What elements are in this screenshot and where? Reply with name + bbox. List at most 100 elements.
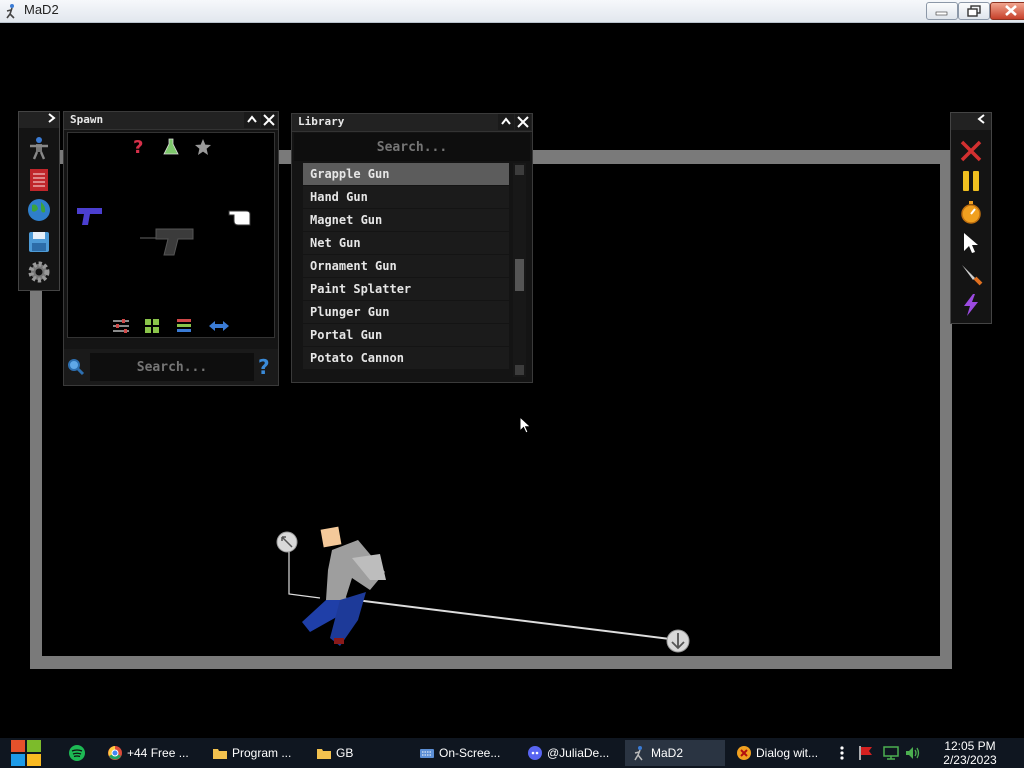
discord-icon (528, 745, 542, 760)
library-item[interactable]: Hand Gun (303, 186, 509, 208)
collapse-library-button[interactable] (498, 114, 514, 130)
minimize-button[interactable] (926, 2, 958, 20)
library-panel-header[interactable]: Library (292, 114, 532, 132)
taskbar-item-label: GB (336, 746, 354, 760)
grapple-anchor-bottom-icon[interactable] (666, 629, 690, 653)
network-icon[interactable] (882, 745, 900, 761)
chevron-up-icon (501, 117, 511, 125)
minimize-icon (935, 11, 948, 16)
window-title: MaD2 (24, 2, 59, 17)
swap-arrows-icon[interactable] (208, 319, 230, 333)
scroll-up-button[interactable] (515, 165, 524, 175)
star-icon[interactable] (194, 138, 212, 156)
taskbar-item-label: On-Scree... (439, 746, 501, 760)
spawn-panel-header[interactable]: Spawn (64, 112, 278, 130)
taskbar-item[interactable]: GB (310, 740, 410, 766)
spotify-icon[interactable] (68, 744, 86, 762)
library-item[interactable]: Ornament Gun (303, 255, 509, 277)
taskbar-item[interactable]: @JuliaDe... (521, 740, 621, 766)
close-icon (1005, 5, 1017, 16)
settings-gear-icon[interactable] (27, 260, 51, 284)
right-toolbar (950, 112, 992, 324)
taskbar-item-label: +44 Free ... (127, 746, 189, 760)
globe-icon[interactable] (27, 198, 51, 222)
volume-icon[interactable] (904, 745, 922, 761)
chevron-right-icon (48, 113, 56, 123)
overflow-dots-icon[interactable] (836, 745, 848, 761)
taskbar-item[interactable]: Program ... (206, 740, 306, 766)
pistol-icon[interactable] (138, 223, 198, 257)
library-scrollbar[interactable] (513, 163, 526, 377)
clock-time: 12:05 PM (944, 739, 996, 753)
taskbar-item[interactable]: +44 Free ... (101, 740, 201, 766)
cursor-icon[interactable] (959, 231, 983, 255)
close-icon (263, 114, 275, 126)
clock-date: 2/23/2023 (943, 753, 997, 767)
list-icon[interactable] (176, 318, 192, 334)
scroll-thumb[interactable] (515, 259, 524, 291)
taskbar-item[interactable]: Dialog wit... (730, 740, 826, 766)
library-item-list: Grapple Gun Hand Gun Magnet Gun Net Gun Orna… (303, 163, 509, 373)
taskbar-item[interactable]: MaD2 (625, 740, 725, 766)
pause-icon[interactable] (959, 169, 983, 193)
blue-gun-icon[interactable] (76, 205, 104, 227)
sliders-icon[interactable] (112, 318, 130, 334)
spawn-search-input[interactable] (90, 353, 254, 381)
taskbar-item-label: Program ... (232, 746, 292, 760)
ragdoll[interactable] (302, 526, 386, 646)
close-library-button[interactable] (515, 114, 531, 130)
taskbar-item-label: MaD2 (651, 746, 684, 760)
grapple-anchor-top-icon[interactable] (276, 531, 298, 553)
window-title-bar: MaD2 (0, 0, 1024, 23)
flask-icon[interactable] (163, 138, 179, 156)
grid-icon[interactable] (144, 318, 160, 334)
library-item[interactable]: Plunger Gun (303, 301, 509, 323)
chevron-left-icon (977, 114, 985, 124)
restore-button[interactable] (958, 2, 990, 20)
taskbar: +44 Free ... Program ... GB On-Scree... @Jul… (0, 738, 1024, 768)
collapse-spawn-button[interactable] (244, 112, 260, 128)
knife-icon[interactable] (959, 262, 983, 286)
mad2-app-icon (6, 4, 15, 19)
dialog-icon (737, 745, 751, 760)
restore-icon (967, 5, 981, 17)
spawn-panel-title: Spawn (70, 113, 104, 126)
help-icon[interactable]: ? (131, 137, 147, 157)
scroll-down-button[interactable] (515, 365, 524, 375)
chevron-up-icon (247, 115, 257, 123)
pointer-hand-icon[interactable] (228, 205, 256, 229)
library-item[interactable]: Paint Splatter (303, 278, 509, 300)
book-icon[interactable] (27, 168, 51, 192)
expand-toolbar-button[interactable] (19, 112, 59, 128)
library-item[interactable]: Magnet Gun (303, 209, 509, 231)
library-item[interactable]: Potato Cannon (303, 347, 509, 369)
system-clock[interactable]: 12:05 PM 2/23/2023 (928, 739, 1012, 767)
grapple-rope (339, 597, 679, 641)
lightning-icon[interactable] (959, 293, 983, 317)
svg-text:?: ? (133, 137, 143, 157)
windows-start-icon[interactable] (8, 739, 44, 767)
close-spawn-button[interactable] (261, 112, 277, 128)
taskbar-item-label: @JuliaDe... (547, 746, 610, 760)
library-item[interactable]: Portal Gun (303, 324, 509, 346)
save-icon[interactable] (27, 230, 51, 254)
folder-icon (213, 748, 227, 759)
stopwatch-icon[interactable] (959, 200, 983, 224)
spawn-panel: Spawn ? Search... ? (63, 111, 279, 386)
flag-icon[interactable] (858, 745, 874, 761)
question-icon[interactable]: ? (257, 356, 273, 378)
library-item[interactable]: Grapple Gun (303, 163, 509, 185)
library-item[interactable]: Net Gun (303, 232, 509, 254)
spawn-preview-area: ? (67, 132, 275, 338)
collapse-right-toolbar-button[interactable] (951, 113, 991, 130)
taskbar-item[interactable]: On-Scree... (413, 740, 517, 766)
left-toolbar (18, 111, 60, 291)
chrome-icon (108, 745, 122, 760)
ragdoll-icon[interactable] (27, 136, 51, 160)
taskbar-item-label: Dialog wit... (756, 746, 819, 760)
library-search-input[interactable] (294, 133, 530, 161)
close-window-button[interactable] (990, 2, 1024, 20)
clear-x-icon[interactable] (959, 139, 983, 163)
mad2-icon (634, 745, 643, 761)
magnifier-icon[interactable] (67, 358, 85, 376)
